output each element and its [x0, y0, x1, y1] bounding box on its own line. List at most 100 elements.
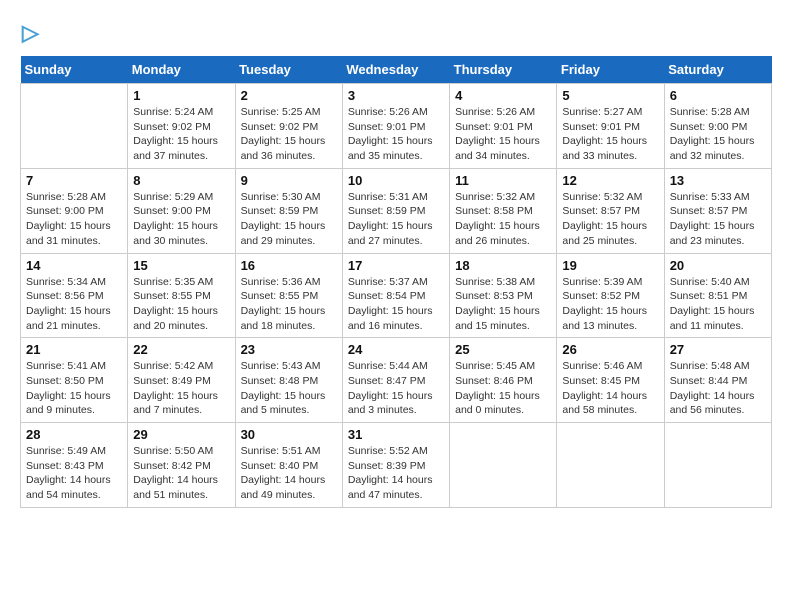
day-number: 22 — [133, 342, 229, 357]
day-info: Sunrise: 5:37 AM Sunset: 8:54 PM Dayligh… — [348, 275, 444, 334]
calendar-cell: 5 Sunrise: 5:27 AM Sunset: 9:01 PM Daylig… — [557, 84, 664, 169]
day-info: Sunrise: 5:27 AM Sunset: 9:01 PM Dayligh… — [562, 105, 658, 164]
calendar-cell: 4Sunrise: 5:26 AM Sunset: 9:01 PM Daylig… — [450, 84, 557, 169]
calendar-cell: 25 Sunrise: 5:45 AM Sunset: 8:46 PM Dayli… — [450, 338, 557, 423]
calendar-cell: 1Sunrise: 5:24 AM Sunset: 9:02 PM Daylig… — [128, 84, 235, 169]
calendar-cell: 2 Sunrise: 5:25 AM Sunset: 9:02 PM Daylig… — [235, 84, 342, 169]
page-header: ▷ — [20, 20, 772, 46]
day-info: Sunrise: 5:39 AM Sunset: 8:52 PM Dayligh… — [562, 275, 658, 334]
day-info: Sunrise: 5:32 AM Sunset: 8:58 PM Dayligh… — [455, 190, 551, 249]
weekday-header: Sunday — [21, 56, 128, 84]
calendar-cell: 8 Sunrise: 5:29 AM Sunset: 9:00 PM Daylig… — [128, 168, 235, 253]
calendar-table: SundayMondayTuesdayWednesdayThursdayFrid… — [20, 56, 772, 508]
calendar-cell: 9 Sunrise: 5:30 AM Sunset: 8:59 PM Daylig… — [235, 168, 342, 253]
calendar-week-row: 14Sunrise: 5:34 AM Sunset: 8:56 PM Dayli… — [21, 253, 772, 338]
day-number: 29 — [133, 427, 229, 442]
calendar-week-row: 1Sunrise: 5:24 AM Sunset: 9:02 PM Daylig… — [21, 84, 772, 169]
day-info: Sunrise: 5:25 AM Sunset: 9:02 PM Dayligh… — [241, 105, 337, 164]
day-number: 23 — [241, 342, 337, 357]
calendar-cell — [557, 423, 664, 508]
day-number: 16 — [241, 258, 337, 273]
day-number: 27 — [670, 342, 766, 357]
day-number: 25 — [455, 342, 551, 357]
day-number: 13 — [670, 173, 766, 188]
logo-bird-icon: ▷ — [22, 20, 39, 46]
calendar-cell: 22 Sunrise: 5:42 AM Sunset: 8:49 PM Dayli… — [128, 338, 235, 423]
calendar-cell: 3Sunrise: 5:26 AM Sunset: 9:01 PM Daylig… — [342, 84, 449, 169]
day-info: Sunrise: 5:43 AM Sunset: 8:48 PM Dayligh… — [241, 359, 337, 418]
calendar-cell: 26Sunrise: 5:46 AM Sunset: 8:45 PM Dayli… — [557, 338, 664, 423]
weekday-header: Saturday — [664, 56, 771, 84]
calendar-week-row: 7 Sunrise: 5:28 AM Sunset: 9:00 PM Daylig… — [21, 168, 772, 253]
day-number: 19 — [562, 258, 658, 273]
calendar-cell — [21, 84, 128, 169]
day-number: 31 — [348, 427, 444, 442]
calendar-cell: 19 Sunrise: 5:39 AM Sunset: 8:52 PM Dayli… — [557, 253, 664, 338]
calendar-cell: 13 Sunrise: 5:33 AM Sunset: 8:57 PM Dayli… — [664, 168, 771, 253]
day-info: Sunrise: 5:35 AM Sunset: 8:55 PM Dayligh… — [133, 275, 229, 334]
calendar-cell: 18Sunrise: 5:38 AM Sunset: 8:53 PM Dayli… — [450, 253, 557, 338]
logo: ▷ — [20, 20, 39, 46]
day-info: Sunrise: 5:48 AM Sunset: 8:44 PM Dayligh… — [670, 359, 766, 418]
calendar-cell: 7 Sunrise: 5:28 AM Sunset: 9:00 PM Daylig… — [21, 168, 128, 253]
calendar-cell: 27 Sunrise: 5:48 AM Sunset: 8:44 PM Dayli… — [664, 338, 771, 423]
calendar-cell: 10Sunrise: 5:31 AM Sunset: 8:59 PM Dayli… — [342, 168, 449, 253]
calendar-cell: 17 Sunrise: 5:37 AM Sunset: 8:54 PM Dayli… — [342, 253, 449, 338]
calendar-cell — [664, 423, 771, 508]
day-number: 1 — [133, 88, 229, 103]
day-info: Sunrise: 5:29 AM Sunset: 9:00 PM Dayligh… — [133, 190, 229, 249]
day-number: 6 — [670, 88, 766, 103]
calendar-cell — [450, 423, 557, 508]
day-number: 3 — [348, 88, 444, 103]
calendar-cell: 14Sunrise: 5:34 AM Sunset: 8:56 PM Dayli… — [21, 253, 128, 338]
day-number: 9 — [241, 173, 337, 188]
header-row: SundayMondayTuesdayWednesdayThursdayFrid… — [21, 56, 772, 84]
calendar-cell: 12 Sunrise: 5:32 AM Sunset: 8:57 PM Dayli… — [557, 168, 664, 253]
day-info: Sunrise: 5:28 AM Sunset: 9:00 PM Dayligh… — [670, 105, 766, 164]
day-number: 7 — [26, 173, 122, 188]
weekday-header: Friday — [557, 56, 664, 84]
day-info: Sunrise: 5:31 AM Sunset: 8:59 PM Dayligh… — [348, 190, 444, 249]
weekday-header: Monday — [128, 56, 235, 84]
calendar-cell: 31 Sunrise: 5:52 AM Sunset: 8:39 PM Dayli… — [342, 423, 449, 508]
day-info: Sunrise: 5:32 AM Sunset: 8:57 PM Dayligh… — [562, 190, 658, 249]
calendar-cell: 29Sunrise: 5:50 AM Sunset: 8:42 PM Dayli… — [128, 423, 235, 508]
day-number: 12 — [562, 173, 658, 188]
day-number: 8 — [133, 173, 229, 188]
day-number: 17 — [348, 258, 444, 273]
weekday-header: Thursday — [450, 56, 557, 84]
day-number: 24 — [348, 342, 444, 357]
day-info: Sunrise: 5:52 AM Sunset: 8:39 PM Dayligh… — [348, 444, 444, 503]
day-info: Sunrise: 5:45 AM Sunset: 8:46 PM Dayligh… — [455, 359, 551, 418]
day-number: 20 — [670, 258, 766, 273]
day-number: 5 — [562, 88, 658, 103]
day-info: Sunrise: 5:30 AM Sunset: 8:59 PM Dayligh… — [241, 190, 337, 249]
calendar-week-row: 28 Sunrise: 5:49 AM Sunset: 8:43 PM Dayli… — [21, 423, 772, 508]
calendar-cell: 24 Sunrise: 5:44 AM Sunset: 8:47 PM Dayli… — [342, 338, 449, 423]
calendar-cell: 28 Sunrise: 5:49 AM Sunset: 8:43 PM Dayli… — [21, 423, 128, 508]
day-info: Sunrise: 5:42 AM Sunset: 8:49 PM Dayligh… — [133, 359, 229, 418]
calendar-week-row: 21 Sunrise: 5:41 AM Sunset: 8:50 PM Dayli… — [21, 338, 772, 423]
calendar-cell: 11 Sunrise: 5:32 AM Sunset: 8:58 PM Dayli… — [450, 168, 557, 253]
day-info: Sunrise: 5:26 AM Sunset: 9:01 PM Dayligh… — [455, 105, 551, 164]
day-number: 28 — [26, 427, 122, 442]
day-info: Sunrise: 5:28 AM Sunset: 9:00 PM Dayligh… — [26, 190, 122, 249]
calendar-cell: 6 Sunrise: 5:28 AM Sunset: 9:00 PM Daylig… — [664, 84, 771, 169]
calendar-cell: 30Sunrise: 5:51 AM Sunset: 8:40 PM Dayli… — [235, 423, 342, 508]
day-number: 11 — [455, 173, 551, 188]
day-info: Sunrise: 5:49 AM Sunset: 8:43 PM Dayligh… — [26, 444, 122, 503]
day-info: Sunrise: 5:40 AM Sunset: 8:51 PM Dayligh… — [670, 275, 766, 334]
day-number: 2 — [241, 88, 337, 103]
day-number: 21 — [26, 342, 122, 357]
day-number: 15 — [133, 258, 229, 273]
day-number: 18 — [455, 258, 551, 273]
day-info: Sunrise: 5:44 AM Sunset: 8:47 PM Dayligh… — [348, 359, 444, 418]
day-number: 30 — [241, 427, 337, 442]
day-info: Sunrise: 5:33 AM Sunset: 8:57 PM Dayligh… — [670, 190, 766, 249]
day-number: 14 — [26, 258, 122, 273]
calendar-cell: 20 Sunrise: 5:40 AM Sunset: 8:51 PM Dayli… — [664, 253, 771, 338]
calendar-cell: 16 Sunrise: 5:36 AM Sunset: 8:55 PM Dayli… — [235, 253, 342, 338]
day-info: Sunrise: 5:41 AM Sunset: 8:50 PM Dayligh… — [26, 359, 122, 418]
calendar-cell: 23 Sunrise: 5:43 AM Sunset: 8:48 PM Dayli… — [235, 338, 342, 423]
day-info: Sunrise: 5:36 AM Sunset: 8:55 PM Dayligh… — [241, 275, 337, 334]
